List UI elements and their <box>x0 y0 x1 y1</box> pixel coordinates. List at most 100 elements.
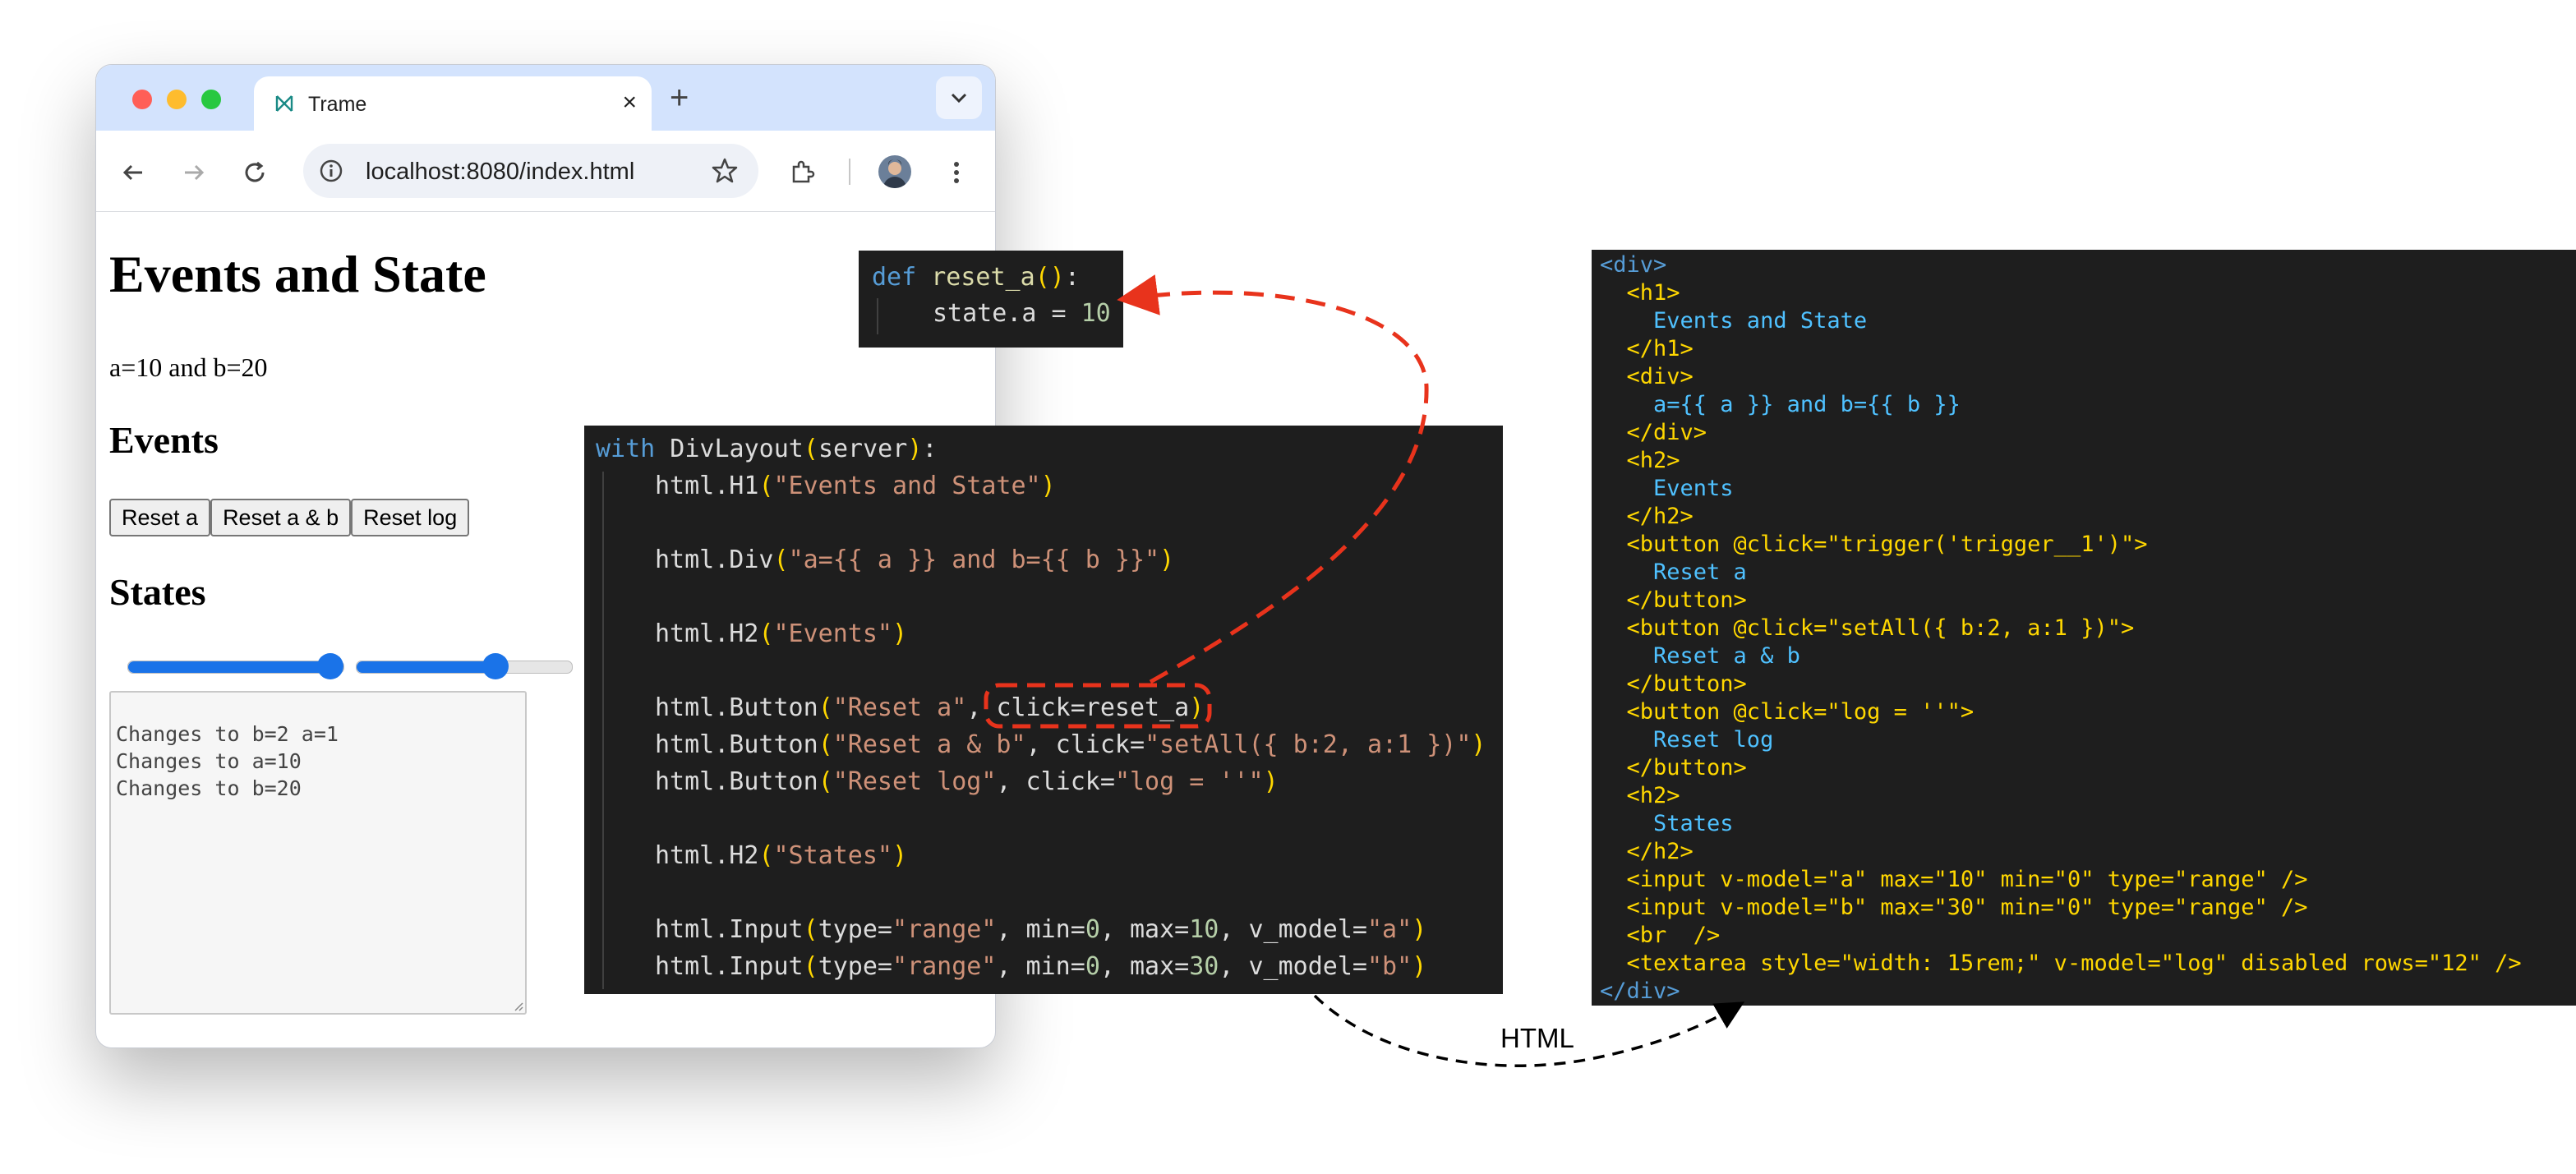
code-number: 10 <box>1081 299 1111 328</box>
code-paren: ) <box>1263 767 1279 796</box>
code-text: , max= <box>1099 952 1190 981</box>
events-heading: Events <box>109 419 219 461</box>
code-line: html.Div("a={{ a }} and b={{ b }}") <box>655 541 1174 578</box>
code-paren: ( <box>758 841 774 870</box>
toolbar-separator <box>849 159 850 185</box>
html-code-line: </h2> <box>1600 839 1694 864</box>
code-paren: ( <box>803 952 818 981</box>
html-code-line: <h1> <box>1600 280 1680 306</box>
code-string: "a" <box>1367 915 1412 944</box>
code-text: html.Div <box>655 546 774 574</box>
html-code-line: Reset a & b <box>1600 643 1800 669</box>
reset-a-button[interactable]: Reset a <box>109 499 211 536</box>
maximize-window-button[interactable] <box>201 90 221 109</box>
html-code-line: <button @click="trigger('trigger__1')"> <box>1600 532 2148 557</box>
minimize-window-button[interactable] <box>167 90 187 109</box>
code-paren: ( <box>758 619 774 648</box>
code-function-name: reset_a <box>931 263 1035 292</box>
profile-avatar[interactable] <box>878 155 911 188</box>
bookmark-star-icon[interactable] <box>709 155 740 186</box>
code-text: html.Button <box>655 693 818 722</box>
html-code-line: <div> <box>1600 252 1667 278</box>
extensions-icon[interactable] <box>788 159 816 186</box>
code-paren: ( <box>818 693 833 722</box>
html-code-line: Reset a <box>1600 559 1747 585</box>
code-line: with DivLayout(server): <box>596 430 937 467</box>
html-code-line: <h2> <box>1600 448 1680 473</box>
more-menu-icon[interactable] <box>942 159 970 186</box>
code-highlighted-kwarg: click=reset_a <box>996 693 1190 722</box>
generated-html-code: <div> <h1> Events and State </h1> <div> … <box>1592 250 2576 1006</box>
code-line: html.H1("Events and State") <box>655 467 1056 504</box>
reload-icon[interactable] <box>241 159 269 186</box>
html-code-line: </h2> <box>1600 504 1694 529</box>
code-string: "Events and State" <box>773 472 1041 500</box>
code-string: "Events" <box>773 619 893 648</box>
tab-title: Trame <box>308 93 367 116</box>
html-code-line: </h1> <box>1600 336 1694 361</box>
tab-search-button[interactable] <box>936 76 982 119</box>
code-string: "Reset a & b" <box>832 730 1026 759</box>
code-string: "Reset log" <box>832 767 997 796</box>
code-paren: ( <box>803 915 818 944</box>
code-text: html.Input <box>655 915 804 944</box>
code-paren: ( <box>773 546 789 574</box>
indent-guide <box>877 298 878 334</box>
code-string: "a={{ a }} and b={{ b }}" <box>788 546 1160 574</box>
log-line: Changes to a=10 <box>116 749 302 773</box>
code-string: "b" <box>1367 952 1412 981</box>
browser-toolbar: localhost:8080/index.html <box>96 131 995 212</box>
code-text: , min= <box>996 915 1085 944</box>
code-text: type= <box>818 915 892 944</box>
event-buttons: Reset a Reset a & b Reset log <box>109 499 470 536</box>
close-tab-icon[interactable]: × <box>622 88 637 117</box>
log-textarea[interactable]: Changes to b=2 a=1 Changes to a=10 Chang… <box>109 691 527 1015</box>
forward-icon[interactable] <box>180 159 208 186</box>
code-string: "States" <box>773 841 893 870</box>
new-tab-icon[interactable]: + <box>670 80 689 116</box>
code-paren: ) <box>1159 546 1175 574</box>
slider-a-thumb[interactable] <box>317 653 343 679</box>
code-paren: ( <box>818 730 833 759</box>
page-title: Events and State <box>109 245 486 303</box>
slider-b-fill <box>357 661 496 673</box>
html-code-line: <br /> <box>1600 923 1721 948</box>
code-text: html.Button <box>655 730 818 759</box>
html-arrow-label: HTML <box>1500 1023 1574 1053</box>
code-text: , click= <box>996 767 1115 796</box>
html-code-line: </button> <box>1600 671 1747 697</box>
slider-b[interactable] <box>356 653 573 679</box>
html-code-line: a={{ a }} and b={{ b }} <box>1600 392 1961 417</box>
code-text: html.H2 <box>655 619 759 648</box>
code-text: html.H2 <box>655 841 759 870</box>
html-code-line: Events <box>1600 476 1734 501</box>
browser-tab[interactable]: Trame × <box>254 76 652 131</box>
code-paren: ( <box>803 435 818 463</box>
slider-a-fill <box>128 661 330 673</box>
code-line: html.H2("States") <box>655 837 907 874</box>
code-line: html.Input(type="range", min=0, max=30, … <box>655 948 1426 985</box>
slider-b-thumb[interactable] <box>482 653 509 679</box>
back-icon[interactable] <box>119 159 147 186</box>
html-code-line: States <box>1600 811 1734 836</box>
address-bar[interactable]: localhost:8080/index.html <box>303 144 758 198</box>
reset-a-b-button[interactable]: Reset a & b <box>210 499 352 536</box>
url-text: localhost:8080/index.html <box>366 159 635 185</box>
python-layout-code: with DivLayout(server): html.H1("Events … <box>584 426 1503 994</box>
code-text: html.Button <box>655 767 818 796</box>
code-paren: ) <box>892 841 908 870</box>
indent-guide <box>602 472 604 989</box>
code-text: , v_model= <box>1219 952 1367 981</box>
states-heading: States <box>109 571 206 613</box>
close-window-button[interactable] <box>132 90 152 109</box>
slider-a[interactable] <box>127 653 344 679</box>
code-paren: ) <box>1040 472 1056 500</box>
site-info-icon[interactable] <box>318 158 344 184</box>
log-line: Changes to b=2 a=1 <box>116 722 339 746</box>
code-paren: ) <box>1412 952 1427 981</box>
reset-log-button[interactable]: Reset log <box>351 499 470 536</box>
html-code-line: Reset log <box>1600 727 1774 753</box>
code-paren: ) <box>1471 730 1486 759</box>
resize-handle-icon[interactable] <box>512 1000 523 1011</box>
state-values-text: a=10 and b=20 <box>109 352 268 382</box>
